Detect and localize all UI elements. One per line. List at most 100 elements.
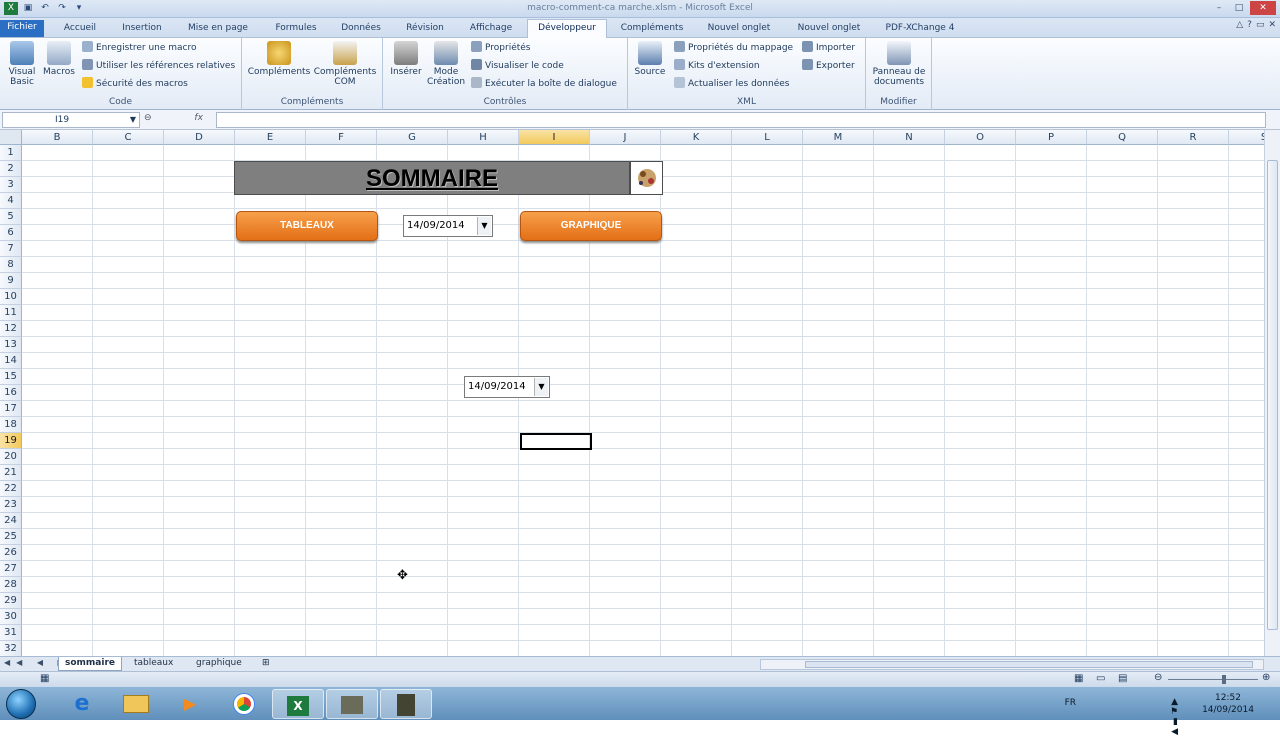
column-header-D[interactable]: D <box>164 130 235 145</box>
tab-fichier[interactable]: Fichier <box>0 20 44 37</box>
zoom-out-icon[interactable]: ⊖ <box>1154 672 1162 683</box>
close-icon[interactable]: ✕ <box>1250 1 1276 15</box>
sheet-tab-tableaux[interactable]: tableaux <box>128 657 179 671</box>
zoom-slider[interactable]: ▦ ▭ ▤ ⊖ ⊕ <box>1074 672 1274 685</box>
tray-icons[interactable]: ▲ ⚑ ▮ ◀ <box>1170 697 1184 737</box>
view-code-button[interactable]: Visualiser le code <box>471 59 564 73</box>
column-header-F[interactable]: F <box>306 130 377 145</box>
column-header-M[interactable]: M <box>803 130 874 145</box>
tab-données[interactable]: Données <box>336 21 386 38</box>
column-header-J[interactable]: J <box>590 130 661 145</box>
tab-affichage[interactable]: Affichage <box>464 21 518 38</box>
date-combo-bottom[interactable]: 14/09/2014 ▼ <box>464 376 550 398</box>
column-header-N[interactable]: N <box>874 130 945 145</box>
normal-view-icon[interactable]: ▦ <box>1074 673 1083 684</box>
column-header-I[interactable]: I <box>519 130 590 145</box>
row-header-32[interactable]: 32 <box>0 641 22 656</box>
column-header-E[interactable]: E <box>235 130 306 145</box>
row-header-9[interactable]: 9 <box>0 273 22 289</box>
com-addins-button[interactable]: Compléments COM <box>312 41 378 87</box>
start-button[interactable] <box>6 689 36 719</box>
row-header-13[interactable]: 13 <box>0 337 22 353</box>
run-dialog-button[interactable]: Exécuter la boîte de dialogue <box>471 77 617 91</box>
row-header-12[interactable]: 12 <box>0 321 22 337</box>
minimize-icon[interactable]: – <box>1210 1 1228 15</box>
row-header-6[interactable]: 6 <box>0 225 22 241</box>
tab-pdf-xchange-4[interactable]: PDF-XChange 4 <box>878 21 962 38</box>
row-header-30[interactable]: 30 <box>0 609 22 625</box>
vertical-scroll-thumb[interactable] <box>1267 160 1278 630</box>
relative-refs-button[interactable]: Utiliser les références relatives <box>82 59 235 73</box>
row-header-11[interactable]: 11 <box>0 305 22 321</box>
column-header-G[interactable]: G <box>377 130 448 145</box>
row-header-5[interactable]: 5 <box>0 209 22 225</box>
column-header-S[interactable]: S <box>1229 130 1264 145</box>
document-panel-button[interactable]: Panneau de documents <box>868 41 930 87</box>
internet-explorer-icon[interactable]: e <box>56 689 108 719</box>
row-header-4[interactable]: 4 <box>0 193 22 209</box>
column-header-L[interactable]: L <box>732 130 803 145</box>
row-header-26[interactable]: 26 <box>0 545 22 561</box>
tab-formules[interactable]: Formules <box>270 21 322 38</box>
row-header-21[interactable]: 21 <box>0 465 22 481</box>
close-workbook-icon[interactable]: ✕ <box>1268 20 1276 30</box>
column-header-R[interactable]: R <box>1158 130 1229 145</box>
row-header-3[interactable]: 3 <box>0 177 22 193</box>
column-header-K[interactable]: K <box>661 130 732 145</box>
horizontal-scrollbar[interactable] <box>760 659 1264 670</box>
row-header-8[interactable]: 8 <box>0 257 22 273</box>
row-header-7[interactable]: 7 <box>0 241 22 257</box>
macros-button[interactable]: Macros <box>42 41 76 77</box>
recorder-taskbar-icon[interactable] <box>380 689 432 719</box>
expansion-packs-button[interactable]: Kits d'extension <box>674 59 760 73</box>
active-cell[interactable] <box>520 433 592 450</box>
tab-accueil[interactable]: Accueil <box>58 21 102 38</box>
row-header-14[interactable]: 14 <box>0 353 22 369</box>
media-player-icon[interactable]: ▶ <box>164 689 216 719</box>
page-break-icon[interactable]: ▤ <box>1118 673 1127 684</box>
row-header-24[interactable]: 24 <box>0 513 22 529</box>
name-box[interactable]: I19 ▼ <box>2 112 140 128</box>
spreadsheet-grid[interactable]: B C D E F G H I J K L M N O P Q R S 1 2 3 4 5 6 7 8 9 10 11 12 13 14 15 1… <box>0 130 1264 656</box>
row-header-31[interactable]: 31 <box>0 625 22 641</box>
zoom-in-icon[interactable]: ⊕ <box>1262 672 1270 683</box>
import-button[interactable]: Importer <box>802 41 855 55</box>
column-header-O[interactable]: O <box>945 130 1016 145</box>
design-mode-button[interactable]: Mode Création <box>425 41 467 87</box>
maximize-icon[interactable]: □ <box>1230 1 1248 15</box>
tab-nouvel-onglet[interactable]: Nouvel onglet <box>702 21 776 38</box>
fx-icon[interactable]: fx <box>194 113 203 123</box>
help-icon[interactable]: ? <box>1247 20 1252 30</box>
language-indicator[interactable]: FR <box>1065 698 1076 708</box>
column-header-P[interactable]: P <box>1016 130 1087 145</box>
horizontal-scroll-thumb[interactable] <box>805 661 1253 668</box>
row-header-28[interactable]: 28 <box>0 577 22 593</box>
properties-button[interactable]: Propriétés <box>471 41 530 55</box>
row-header-29[interactable]: 29 <box>0 593 22 609</box>
tableaux-button[interactable]: TABLEAUX <box>236 211 378 241</box>
page-layout-icon[interactable]: ▭ <box>1096 673 1105 684</box>
clock[interactable]: 12:52 14/09/2014 <box>1198 692 1258 716</box>
chrome-icon[interactable] <box>218 689 270 719</box>
row-header-10[interactable]: 10 <box>0 289 22 305</box>
visual-basic-button[interactable]: Visual Basic <box>4 41 40 87</box>
zoom-knob[interactable] <box>1222 675 1226 684</box>
tab-insertion[interactable]: Insertion <box>116 21 168 38</box>
insert-control-button[interactable]: Insérer <box>387 41 425 77</box>
row-header-27[interactable]: 27 <box>0 561 22 577</box>
sheet-tab-sommaire[interactable]: sommaire <box>58 657 122 671</box>
date-combo-top[interactable]: 14/09/2014 ▼ <box>403 215 493 237</box>
row-header-2[interactable]: 2 <box>0 161 22 177</box>
row-header-20[interactable]: 20 <box>0 449 22 465</box>
record-macro-button[interactable]: Enregistrer une macro <box>82 41 197 55</box>
app-taskbar-icon[interactable] <box>326 689 378 719</box>
map-properties-button[interactable]: Propriétés du mappage <box>674 41 793 55</box>
formula-input[interactable] <box>216 112 1266 128</box>
row-header-18[interactable]: 18 <box>0 417 22 433</box>
refresh-data-button[interactable]: Actualiser les données <box>674 77 789 91</box>
explorer-icon[interactable] <box>110 689 162 719</box>
column-header-H[interactable]: H <box>448 130 519 145</box>
row-header-25[interactable]: 25 <box>0 529 22 545</box>
chevron-down-icon[interactable]: ▼ <box>130 113 136 127</box>
restore-icon[interactable]: ▭ <box>1256 20 1265 30</box>
